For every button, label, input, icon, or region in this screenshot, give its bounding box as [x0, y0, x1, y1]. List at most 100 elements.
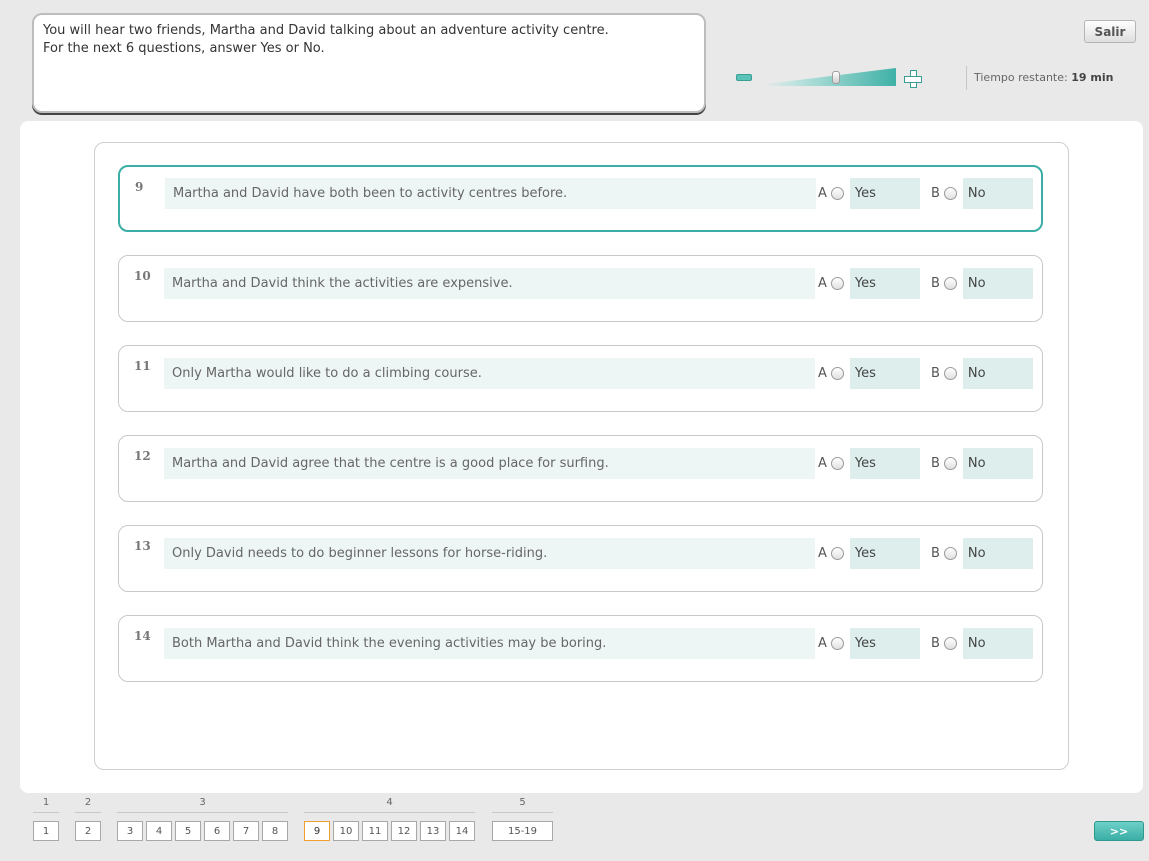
question-row: 14 Both Martha and David think the evenin…: [118, 615, 1043, 682]
option-a[interactable]: A Yes: [818, 268, 920, 299]
question-nav-button[interactable]: 15-19: [492, 821, 553, 841]
question-text: Martha and David have both been to activ…: [165, 178, 816, 209]
timer-value: 19 min: [1071, 71, 1114, 84]
question-text: Martha and David think the activities ar…: [164, 268, 815, 299]
option-a-letter: A: [818, 366, 827, 381]
option-a-label[interactable]: Yes: [849, 448, 920, 479]
question-nav-button[interactable]: 9: [304, 821, 330, 841]
option-b-label[interactable]: No: [962, 628, 1033, 659]
instructions-line-2: For the next 6 questions, answer Yes or …: [43, 41, 325, 56]
option-b-label[interactable]: No: [962, 178, 1033, 209]
option-b-label[interactable]: No: [962, 448, 1033, 479]
question-number: 12: [134, 449, 151, 463]
question-text: Only David needs to do beginner lessons …: [164, 538, 815, 569]
option-a[interactable]: A Yes: [818, 448, 920, 479]
option-a[interactable]: A Yes: [818, 628, 920, 659]
option-b-letter: B: [931, 186, 940, 201]
option-a-label[interactable]: Yes: [849, 268, 920, 299]
question-text: Only Martha would like to do a climbing …: [164, 358, 815, 389]
option-b-radio[interactable]: [943, 187, 957, 200]
question-nav-button[interactable]: 8: [262, 821, 288, 841]
option-b[interactable]: B No: [931, 538, 1033, 569]
option-b-radio[interactable]: [943, 367, 957, 380]
option-b[interactable]: B No: [931, 628, 1033, 659]
option-a[interactable]: A Yes: [818, 538, 920, 569]
part-label: 4: [386, 797, 393, 808]
divider: [966, 66, 967, 90]
question-nav-button[interactable]: 7: [233, 821, 259, 841]
question-nav-button[interactable]: 5: [175, 821, 201, 841]
question-text: Martha and David agree that the centre i…: [164, 448, 815, 479]
exit-button[interactable]: Salir: [1084, 20, 1136, 43]
timer-label: Tiempo restante:: [974, 71, 1068, 84]
option-b-radio[interactable]: [943, 547, 957, 560]
option-a-label[interactable]: Yes: [849, 178, 920, 209]
option-b-radio[interactable]: [943, 457, 957, 470]
question-nav-button[interactable]: 10: [333, 821, 359, 841]
main-content: 9 Martha and David have both been to acti…: [20, 121, 1143, 793]
option-a-letter: A: [818, 186, 827, 201]
option-b-letter: B: [931, 456, 940, 471]
question-nav-button[interactable]: 1: [33, 821, 59, 841]
question-nav-button[interactable]: 3: [117, 821, 143, 841]
option-b-radio[interactable]: [943, 637, 957, 650]
part-divider: [75, 812, 101, 813]
question-nav-button[interactable]: 4: [146, 821, 172, 841]
option-b-label[interactable]: No: [962, 268, 1033, 299]
option-a-letter: A: [818, 276, 827, 291]
volume-slider-handle[interactable]: [831, 71, 840, 84]
question-nav-button[interactable]: 13: [420, 821, 446, 841]
option-a-radio[interactable]: [830, 457, 844, 470]
option-a-letter: A: [818, 456, 827, 471]
time-remaining: Tiempo restante: 19 min: [974, 71, 1113, 84]
option-a-radio[interactable]: [830, 547, 844, 560]
question-number: 10: [134, 269, 151, 283]
option-a[interactable]: A Yes: [818, 178, 920, 209]
option-b-letter: B: [931, 636, 940, 651]
option-b-letter: B: [931, 366, 940, 381]
question-text: Both Martha and David think the evening …: [164, 628, 815, 659]
question-number: 14: [134, 629, 151, 643]
option-b-label[interactable]: No: [962, 538, 1033, 569]
volume-control[interactable]: [736, 68, 926, 90]
question-nav-button[interactable]: 6: [204, 821, 230, 841]
part-label: 5: [519, 797, 526, 808]
question-nav-button[interactable]: 11: [362, 821, 388, 841]
plus-icon[interactable]: [904, 70, 922, 88]
part-divider: [117, 812, 288, 813]
option-b[interactable]: B No: [931, 448, 1033, 479]
option-a[interactable]: A Yes: [818, 358, 920, 389]
part-label: 2: [84, 797, 92, 808]
option-a-radio[interactable]: [830, 187, 844, 200]
part-label: 3: [199, 797, 206, 808]
option-b-label[interactable]: No: [962, 358, 1033, 389]
option-b[interactable]: B No: [931, 178, 1033, 209]
question-row: 9 Martha and David have both been to acti…: [118, 165, 1043, 232]
question-row: 12 Martha and David agree that the centre…: [118, 435, 1043, 502]
volume-slider-track[interactable]: [762, 68, 896, 86]
option-a-letter: A: [818, 636, 827, 651]
question-navigation: >> 1 1 2 2 3 4 5 6 7 8 3 9 10 11 12 13 14 4 15-19 5: [0, 795, 1149, 861]
minus-icon[interactable]: [736, 74, 752, 81]
double-chevron-right-icon: >>: [1109, 824, 1129, 838]
part-divider: [33, 812, 59, 813]
part-divider: [304, 812, 475, 813]
option-a-radio[interactable]: [830, 367, 844, 380]
question-row: 13 Only David needs to do beginner lesson…: [118, 525, 1043, 592]
question-nav-button[interactable]: 12: [391, 821, 417, 841]
option-b[interactable]: B No: [931, 268, 1033, 299]
next-button[interactable]: >>: [1094, 821, 1144, 841]
option-b[interactable]: B No: [931, 358, 1033, 389]
question-nav-button[interactable]: 2: [75, 821, 101, 841]
question-number: 13: [134, 539, 151, 553]
option-a-label[interactable]: Yes: [849, 538, 920, 569]
option-b-radio[interactable]: [943, 277, 957, 290]
option-b-letter: B: [931, 276, 940, 291]
option-a-label[interactable]: Yes: [849, 628, 920, 659]
option-a-radio[interactable]: [830, 277, 844, 290]
question-nav-button[interactable]: 14: [449, 821, 475, 841]
option-a-radio[interactable]: [830, 637, 844, 650]
part-divider: [492, 812, 553, 813]
question-row: 11 Only Martha would like to do a climbin…: [118, 345, 1043, 412]
option-a-label[interactable]: Yes: [849, 358, 920, 389]
